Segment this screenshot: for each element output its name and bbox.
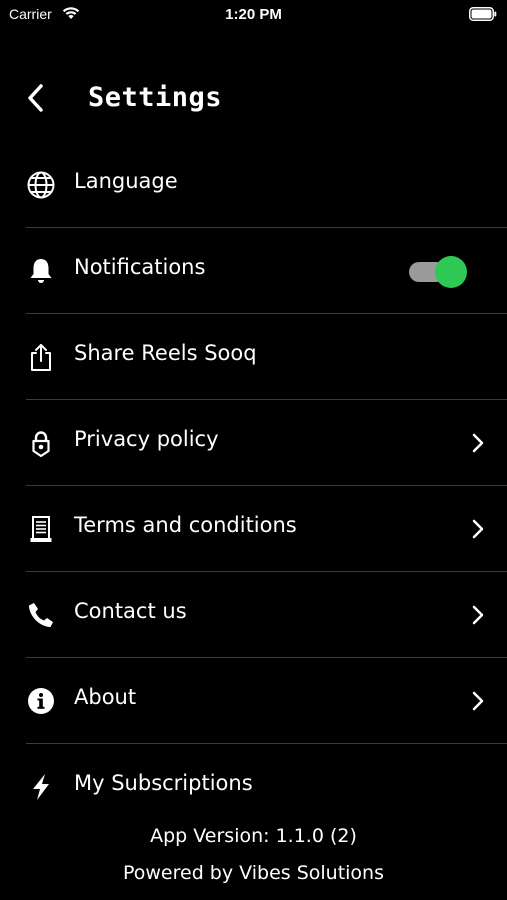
info-icon bbox=[26, 686, 56, 716]
settings-item-label: My Subscriptions bbox=[74, 771, 253, 795]
lightning-icon bbox=[26, 772, 56, 802]
status-time: 1:20 PM bbox=[225, 6, 282, 23]
settings-item-label: Language bbox=[74, 169, 178, 193]
chevron-left-icon bbox=[28, 84, 43, 112]
settings-item-label: Notifications bbox=[74, 255, 206, 279]
settings-item-label: About bbox=[74, 685, 137, 709]
settings-item-label: Share Reels Sooq bbox=[74, 341, 257, 365]
app-version: App Version: 1.1.0 (2) bbox=[150, 825, 357, 847]
settings-item-privacy-policy[interactable]: Privacy policy bbox=[0, 400, 507, 486]
settings-item-language[interactable]: Language bbox=[0, 142, 507, 228]
settings-item-label: Privacy policy bbox=[74, 427, 219, 451]
settings-item-label: Terms and conditions bbox=[74, 513, 297, 537]
globe-icon bbox=[26, 170, 56, 200]
status-bar: Carrier 1:20 PM bbox=[0, 0, 507, 30]
lock-icon bbox=[26, 428, 56, 458]
page-title: Settings bbox=[88, 82, 223, 113]
settings-item-about[interactable]: About bbox=[0, 658, 507, 744]
share-icon bbox=[26, 342, 56, 372]
chevron-right-icon bbox=[471, 519, 485, 539]
phone-icon bbox=[26, 600, 56, 630]
bell-icon bbox=[26, 256, 56, 286]
settings-item-share[interactable]: Share Reels Sooq bbox=[0, 314, 507, 400]
settings-item-my-subscriptions[interactable]: My Subscriptions bbox=[0, 744, 507, 830]
battery-icon bbox=[469, 6, 497, 25]
chevron-right-icon bbox=[471, 605, 485, 625]
header: Settings bbox=[0, 72, 507, 124]
chevron-right-icon bbox=[471, 691, 485, 711]
toggle-knob bbox=[435, 256, 467, 288]
settings-item-terms[interactable]: Terms and conditions bbox=[0, 486, 507, 572]
settings-item-notifications[interactable]: Notifications bbox=[0, 228, 507, 314]
powered-by: Powered by Vibes Solutions bbox=[122, 862, 384, 884]
chevron-right-icon bbox=[471, 433, 485, 453]
notifications-toggle[interactable] bbox=[409, 256, 469, 288]
document-icon bbox=[26, 514, 56, 544]
settings-item-contact-us[interactable]: Contact us bbox=[0, 572, 507, 658]
back-button[interactable] bbox=[22, 82, 52, 114]
settings-list: Language Notifications Share Reels Sooq … bbox=[0, 142, 507, 830]
settings-item-label: Contact us bbox=[74, 599, 187, 623]
